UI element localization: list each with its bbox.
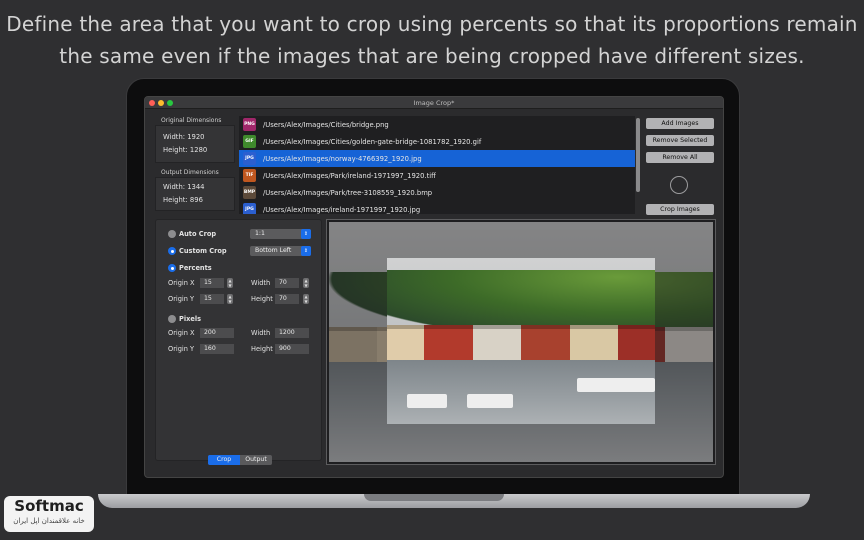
custom-crop-label: Custom Crop <box>179 247 227 255</box>
softmac-logo: Softmac خانه علاقمندان اپل ایران <box>4 496 94 532</box>
remove-all-button[interactable]: Remove All <box>646 152 714 163</box>
output-height: Height: 896 <box>163 196 203 204</box>
chevron-updown-icon: ⇕ <box>301 246 311 256</box>
tab-crop[interactable]: Crop <box>208 455 240 465</box>
pct-height-label: Height <box>251 295 273 303</box>
file-list-row[interactable]: JPG/Users/Alex/Images/norway-4766392_192… <box>239 150 635 167</box>
custom-crop-anchor-select[interactable]: Bottom Left ⇕ <box>250 246 311 256</box>
pct-origin-x-stepper[interactable]: ▲ ▼ <box>227 278 233 288</box>
file-list-row[interactable]: BMP/Users/Alex/Images/Park/tree-3108559_… <box>239 184 635 201</box>
pct-width-field[interactable]: 70 <box>275 278 299 288</box>
percents-label: Percents <box>179 264 212 272</box>
original-dimensions-heading: Original Dimensions <box>161 117 222 124</box>
file-list-row[interactable]: JPG/Users/Alex/Images/ireland-1971997_19… <box>239 201 635 214</box>
pixels-label: Pixels <box>179 315 202 323</box>
output-width: Width: 1344 <box>163 183 205 191</box>
px-origin-y-label: Origin Y <box>168 345 195 353</box>
app-window: Image Crop* Original Dimensions Width: 1… <box>144 96 724 478</box>
custom-crop-radio[interactable] <box>168 247 176 255</box>
percents-radio[interactable] <box>168 264 176 272</box>
crop-settings-panel: Auto Crop 1:1 ⇕ Custom Crop Bottom Left … <box>155 219 322 465</box>
auto-crop-ratio-select[interactable]: 1:1 ⇕ <box>250 229 311 239</box>
px-width-label: Width <box>251 329 271 337</box>
file-type-icon: GIF <box>243 135 256 148</box>
progress-ring-icon <box>670 176 688 194</box>
output-dimensions-box: Width: 1344 Height: 896 <box>155 177 235 211</box>
original-dimensions-box: Width: 1920 Height: 1280 <box>155 125 235 163</box>
headline-line-1: Define the area that you want to crop us… <box>6 12 858 36</box>
px-origin-x-label: Origin X <box>168 329 195 337</box>
px-origin-y-field[interactable]: 160 <box>200 344 234 354</box>
headline: Define the area that you want to crop us… <box>0 8 864 72</box>
softmac-brand: Softmac <box>14 497 84 515</box>
pct-origin-y-label: Origin Y <box>168 295 195 303</box>
px-origin-x-field[interactable]: 200 <box>200 328 234 338</box>
add-images-button[interactable]: Add Images <box>646 118 714 129</box>
file-list-row[interactable]: GIF/Users/Alex/Images/Cities/golden-gate… <box>239 133 635 150</box>
pct-origin-y-stepper[interactable]: ▲ ▼ <box>227 294 233 304</box>
file-type-icon: JPG <box>243 152 256 165</box>
file-path: /Users/Alex/Images/ireland-1971997_1920.… <box>263 205 421 214</box>
file-type-icon: PNG <box>243 118 256 131</box>
pct-width-stepper[interactable]: ▲ ▼ <box>303 278 309 288</box>
px-width-field[interactable]: 1200 <box>275 328 309 338</box>
image-preview[interactable] <box>326 219 716 465</box>
remove-selected-button[interactable]: Remove Selected <box>646 135 714 146</box>
file-list[interactable]: PNG/Users/Alex/Images/Cities/bridge.png G… <box>239 116 635 214</box>
auto-crop-label: Auto Crop <box>179 230 217 238</box>
crop-region[interactable] <box>387 258 655 424</box>
pixels-radio[interactable] <box>168 315 176 323</box>
custom-crop-anchor-value: Bottom Left <box>255 247 292 254</box>
file-list-scrollbar[interactable] <box>636 118 640 192</box>
softmac-tagline: خانه علاقمندان اپل ایران <box>13 517 85 525</box>
px-height-label: Height <box>251 345 273 353</box>
chevron-updown-icon: ⇕ <box>301 229 311 239</box>
panel-tab-bar: Crop Output <box>208 455 272 465</box>
file-path: /Users/Alex/Images/norway-4766392_1920.j… <box>263 154 422 163</box>
px-height-field[interactable]: 900 <box>275 344 309 354</box>
original-width: Width: 1920 <box>163 133 205 141</box>
tab-output[interactable]: Output <box>240 455 272 465</box>
pct-width-label: Width <box>251 279 271 287</box>
file-path: /Users/Alex/Images/Park/ireland-1971997_… <box>263 171 436 180</box>
headline-line-2: the same even if the images that are bei… <box>59 44 805 68</box>
original-height: Height: 1280 <box>163 146 208 154</box>
file-type-icon: JPG <box>243 203 256 214</box>
file-list-row[interactable]: PNG/Users/Alex/Images/Cities/bridge.png <box>239 116 635 133</box>
auto-crop-ratio-value: 1:1 <box>255 230 265 237</box>
output-dimensions-heading: Output Dimensions <box>161 169 219 176</box>
laptop-notch <box>364 494 504 501</box>
window-title: Image Crop* <box>413 99 455 107</box>
crop-images-button[interactable]: Crop Images <box>646 204 714 215</box>
file-path: /Users/Alex/Images/Cities/bridge.png <box>263 120 389 129</box>
pct-origin-x-field[interactable]: 15 <box>200 278 224 288</box>
file-path: /Users/Alex/Images/Park/tree-3108559_192… <box>263 188 433 197</box>
title-bar[interactable]: Image Crop* <box>145 97 723 109</box>
file-type-icon: BMP <box>243 186 256 199</box>
file-path: /Users/Alex/Images/Cities/golden-gate-br… <box>263 137 482 146</box>
pct-origin-x-label: Origin X <box>168 279 195 287</box>
file-list-row[interactable]: TIF/Users/Alex/Images/Park/ireland-19719… <box>239 167 635 184</box>
auto-crop-radio[interactable] <box>168 230 176 238</box>
pct-height-stepper[interactable]: ▲ ▼ <box>303 294 309 304</box>
pct-origin-y-field[interactable]: 15 <box>200 294 224 304</box>
file-type-icon: TIF <box>243 169 256 182</box>
pct-height-field[interactable]: 70 <box>275 294 299 304</box>
